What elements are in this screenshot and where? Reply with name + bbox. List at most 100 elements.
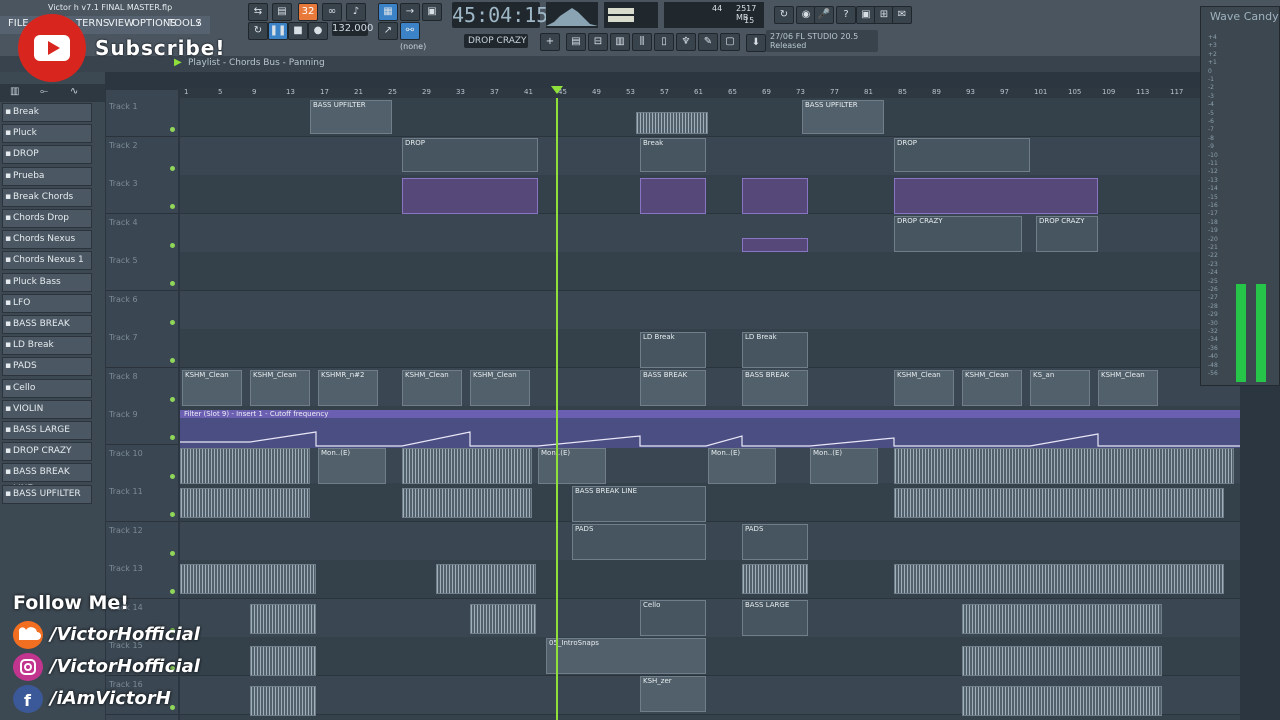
record-button[interactable]: ● — [308, 22, 328, 40]
pause-button[interactable]: ❚❚ — [268, 22, 288, 40]
track-lane[interactable] — [180, 290, 1240, 330]
clip[interactable]: KSHM_Clean — [470, 370, 530, 406]
clip[interactable]: DROP CRAZY — [1036, 216, 1098, 252]
clip[interactable]: KSHM_Clean — [962, 370, 1022, 406]
clip[interactable] — [894, 564, 1224, 594]
clip[interactable] — [636, 112, 708, 134]
link-icon[interactable]: ⚯ — [400, 22, 420, 40]
clip[interactable]: KSH_zer — [640, 676, 706, 712]
track-led-icon[interactable] — [170, 319, 175, 325]
clip[interactable]: BASS UPFILTER — [802, 100, 884, 134]
track-led-icon[interactable] — [170, 550, 175, 556]
clip[interactable]: Mon..(E) — [810, 448, 878, 484]
clip[interactable] — [962, 646, 1162, 676]
loop-button[interactable]: ∞ — [322, 3, 342, 21]
clip[interactable]: KSHM_Clean — [182, 370, 242, 406]
track-header[interactable]: Track 7 — [106, 329, 178, 368]
clip[interactable] — [962, 686, 1162, 716]
clip[interactable]: KSHM_Clean — [894, 370, 954, 406]
clip[interactable]: BASS BREAK — [742, 370, 808, 406]
play-mode-icon[interactable]: ↻ — [248, 22, 268, 40]
clip[interactable]: BASS BREAK LINE — [572, 486, 706, 522]
metronome-button[interactable]: ♪ — [346, 3, 366, 21]
channel-item[interactable]: ▪ Cello — [2, 378, 92, 398]
track-led-icon[interactable] — [170, 281, 175, 286]
master-volume-panel[interactable] — [604, 2, 658, 28]
automation-icon[interactable]: ⟜ — [40, 86, 48, 97]
clip[interactable]: Break — [640, 138, 706, 172]
clip[interactable]: DROP CRAZY — [894, 216, 1022, 252]
step-edit-button[interactable]: → — [400, 3, 420, 21]
snap-icon[interactable]: ↗ — [378, 22, 398, 40]
track-led-icon[interactable] — [170, 127, 175, 132]
clip[interactable]: KSHM_Clean — [1098, 370, 1158, 406]
clip[interactable] — [402, 448, 532, 484]
clip[interactable]: BASS UPFILTER — [310, 100, 392, 134]
help-icon[interactable]: ? — [836, 6, 856, 24]
clip[interactable]: DROP — [402, 138, 538, 172]
track-header[interactable]: Track 4 — [106, 213, 178, 253]
countdown-button[interactable]: ▣ — [422, 3, 442, 21]
typing-keyboard-button[interactable]: ▦ — [378, 3, 398, 21]
clip[interactable]: DROP — [894, 138, 1030, 172]
clip[interactable] — [402, 488, 532, 518]
track-led-icon[interactable] — [170, 396, 175, 402]
song-mode-button[interactable]: ▤ — [272, 3, 292, 21]
piano-roll-icon[interactable]: ▥ — [610, 33, 630, 51]
clip[interactable]: 05_IntroSnaps — [546, 638, 706, 674]
track-header[interactable]: Track 9 — [106, 406, 178, 445]
track-header[interactable]: Track 5 — [106, 252, 178, 291]
pattern-selector[interactable]: DROP CRAZY — [464, 34, 528, 48]
channel-item[interactable]: ▪ LFO — [2, 293, 92, 313]
clip[interactable]: BASS LARGE — [742, 600, 808, 636]
piano-icon[interactable]: ▥ — [10, 86, 19, 97]
snap-value[interactable]: (none) — [400, 42, 426, 51]
track-led-icon[interactable] — [170, 473, 175, 479]
cpu-icon[interactable]: ◉ — [796, 6, 816, 24]
channel-item[interactable]: ▪ VIOLIN — [2, 399, 92, 419]
clip[interactable] — [250, 686, 316, 716]
reload-icon[interactable]: ↻ — [774, 6, 794, 24]
track-led-icon[interactable] — [170, 512, 175, 517]
plugin-picker-icon[interactable]: ♆ — [676, 33, 696, 51]
instagram-handle[interactable]: /VictorHofficial — [50, 656, 200, 677]
clip[interactable] — [402, 178, 538, 214]
track-led-icon[interactable] — [170, 358, 175, 363]
soundcloud-icon[interactable] — [13, 621, 43, 649]
tempo-tapper-icon[interactable]: ✎ — [698, 33, 718, 51]
clip[interactable]: KSHM_Clean — [402, 370, 462, 406]
save-icon[interactable]: ▣ — [856, 6, 876, 24]
clip[interactable] — [894, 178, 1098, 214]
track-led-icon[interactable] — [170, 242, 175, 248]
clip[interactable] — [180, 564, 316, 594]
clip[interactable]: LD Break — [640, 332, 706, 368]
instagram-icon[interactable] — [13, 653, 43, 681]
track-header[interactable]: Track 10 — [106, 444, 178, 484]
facebook-icon[interactable]: f — [13, 685, 43, 713]
mic-icon[interactable]: 🎤 — [814, 6, 834, 24]
clip[interactable]: BASS BREAK — [640, 370, 706, 406]
tempo-display[interactable]: 132.000 — [332, 22, 373, 36]
playlist-grid[interactable]: BASS UPFILTER BASS UPFILTER DROP Break D… — [180, 98, 1240, 720]
clip[interactable] — [180, 448, 310, 484]
track-header[interactable]: Track 8 — [106, 367, 178, 407]
clip[interactable]: PADS — [742, 524, 808, 560]
channel-item[interactable]: ▪ Prueba — [2, 166, 92, 186]
channel-item[interactable]: ▪ Break Chords — [2, 187, 92, 207]
channel-item[interactable]: ▪ DROP — [2, 145, 92, 165]
channel-item[interactable]: ▪ DROP CRAZY — [2, 442, 92, 462]
channel-item[interactable]: ▪BASS BREAK LINE — [2, 463, 92, 494]
facebook-handle[interactable]: /iAmVictorH — [50, 688, 171, 709]
menu-help[interactable]: ? — [196, 18, 201, 29]
channel-item[interactable]: ▪ PADS — [2, 357, 92, 377]
clip[interactable] — [742, 564, 808, 594]
channel-item[interactable]: ▪ Chords Drop — [2, 209, 92, 228]
clip[interactable] — [742, 238, 808, 252]
playhead[interactable] — [556, 98, 558, 720]
clip[interactable] — [250, 646, 316, 676]
playhead-marker-icon[interactable] — [551, 86, 563, 94]
pattern-mode-button[interactable]: ⇆ — [248, 3, 268, 21]
news-panel[interactable]: 27/06 FL STUDIO 20.5 Released — [766, 30, 878, 52]
download-icon[interactable]: ⬇ — [746, 34, 766, 52]
record-count-button[interactable]: 32 — [298, 3, 318, 21]
